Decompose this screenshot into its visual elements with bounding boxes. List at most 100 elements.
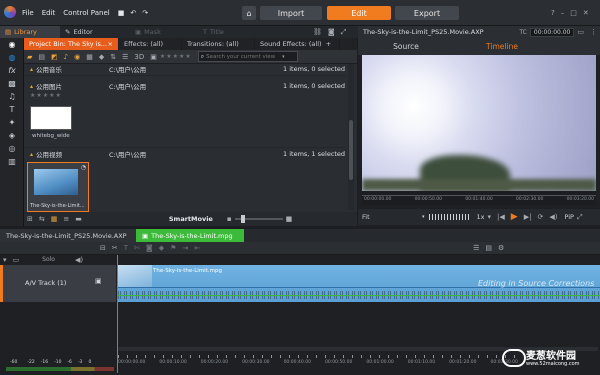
track-header[interactable]: A/V Track (1) ▣ bbox=[0, 265, 116, 302]
scrollbar-thumb[interactable] bbox=[349, 120, 353, 180]
tab-clip[interactable]: ▣ The-Sky-is-the-Limit.mpg bbox=[136, 229, 244, 242]
filter-audio-icon[interactable]: ♪ bbox=[64, 53, 68, 61]
image-thumbnail[interactable] bbox=[30, 106, 72, 130]
slider-handle[interactable] bbox=[240, 215, 245, 223]
step-back-icon[interactable]: |◀ bbox=[497, 213, 505, 221]
mute-icon[interactable]: ◀) bbox=[75, 256, 83, 264]
view-options-icon[interactable]: ☰ bbox=[122, 53, 128, 61]
preview-options-icon[interactable]: ▭ bbox=[577, 28, 584, 36]
video-thumbnail[interactable]: ◔ The-Sky-is-the-Limit... bbox=[27, 162, 89, 212]
sync-icon[interactable]: ⇆ bbox=[39, 215, 45, 223]
film-icon[interactable]: ▣ bbox=[150, 53, 157, 61]
solo-button[interactable]: Solo bbox=[42, 256, 55, 263]
library-scrollbar[interactable] bbox=[348, 64, 354, 210]
help-icon[interactable]: ? bbox=[551, 9, 555, 17]
list-item[interactable]: ▴ 公用视频 C:\用户\公用 1 items, 1 selected bbox=[24, 147, 346, 160]
home-button[interactable]: ⌂ bbox=[242, 6, 256, 20]
expand-icon[interactable]: ⤢ bbox=[341, 28, 347, 37]
speed-dropdown-icon[interactable]: ▾ bbox=[488, 213, 492, 221]
volume-icon[interactable]: ◀) bbox=[549, 213, 557, 221]
smartmovie-button[interactable]: SmartMovie bbox=[169, 215, 213, 223]
timeline-clip[interactable]: The-Sky-is-the-Limit.mpg Editing in Sour… bbox=[118, 265, 600, 302]
collection-icon[interactable]: ◍ bbox=[0, 51, 24, 64]
grid-view-icon[interactable]: ▦ bbox=[51, 215, 58, 223]
transitions-icon[interactable]: ▩ bbox=[0, 77, 24, 90]
timeline-settings-icon[interactable]: ⚙ bbox=[498, 244, 504, 252]
close-icon[interactable]: ✕ bbox=[583, 9, 589, 17]
delete-clip-icon[interactable]: ⊟ bbox=[100, 244, 106, 252]
list-item[interactable]: ▴ 公用图片 C:\用户\公用 1 items, 0 selected bbox=[24, 80, 346, 92]
tab-transitions[interactable]: Transitions: (all) bbox=[182, 38, 255, 50]
filter-list-icon[interactable]: ▦ bbox=[86, 53, 93, 61]
redo-icon[interactable]: ↷ bbox=[142, 9, 148, 17]
title-tool-icon[interactable]: T bbox=[124, 244, 128, 252]
filter-tag-icon[interactable]: ◆ bbox=[99, 53, 104, 61]
music-icon[interactable]: ♫ bbox=[0, 90, 24, 103]
snapshot-icon[interactable]: ◙ bbox=[146, 244, 153, 252]
view-3d-label[interactable]: 3D bbox=[134, 53, 144, 61]
menu-edit[interactable]: Edit bbox=[42, 9, 56, 17]
rating-filter[interactable]: ★★★★★ bbox=[160, 53, 192, 60]
minimize-icon[interactable]: – bbox=[561, 9, 565, 17]
maximize-icon[interactable]: □ bbox=[570, 9, 577, 17]
timecode-field[interactable]: 00:00:00.00 bbox=[529, 27, 575, 37]
tab-editor[interactable]: ✎ Editor bbox=[60, 26, 130, 38]
add-tab-icon[interactable]: + bbox=[326, 40, 331, 48]
sort-icon[interactable]: ⇅ bbox=[110, 53, 116, 61]
loop-icon[interactable]: ⟳ bbox=[537, 213, 543, 221]
search-dropdown-icon[interactable]: ▾ bbox=[282, 54, 285, 60]
shuttle-control[interactable] bbox=[428, 214, 471, 220]
filter-photo-icon[interactable]: ◩ bbox=[51, 53, 58, 61]
tab-effects[interactable]: Effects: (all) bbox=[119, 38, 182, 50]
tab-title[interactable]: T Title bbox=[198, 26, 268, 38]
tab-project-bin[interactable]: Project Bin: The Sky is... × bbox=[24, 38, 119, 50]
folder-tree-icon[interactable]: ⊞ bbox=[27, 215, 33, 223]
marker-icon[interactable]: ◆ bbox=[159, 244, 164, 252]
trim-icon[interactable]: ⇥ bbox=[182, 244, 188, 252]
delete-icon[interactable]: ▬ bbox=[75, 215, 82, 223]
filter-project-icon[interactable]: ◉ bbox=[74, 53, 80, 61]
sound-icon[interactable]: ▥ bbox=[0, 155, 24, 168]
menu-control-panel[interactable]: Control Panel bbox=[63, 9, 109, 17]
track-video-icon[interactable]: ▭ bbox=[13, 256, 20, 264]
link-icon[interactable]: ⛓ bbox=[313, 28, 322, 36]
montage-icon[interactable]: ◈ bbox=[0, 129, 24, 142]
filter-folder-icon[interactable]: ▰ bbox=[27, 53, 32, 61]
lock-icon[interactable]: ▤ bbox=[485, 244, 492, 252]
filter-video-icon[interactable]: ▤ bbox=[38, 53, 45, 61]
camera-icon[interactable]: ◙ bbox=[328, 28, 335, 36]
preview-scrubber[interactable]: 00:00:00.00 00:00:50.00 00:01:40.00 00:0… bbox=[362, 191, 596, 205]
edit-clip-icon[interactable]: ✂ bbox=[112, 244, 118, 252]
save-icon[interactable]: ■ bbox=[118, 9, 125, 17]
tab-sound-effects[interactable]: Sound Effects: (all) + bbox=[255, 38, 340, 50]
fx-icon[interactable]: fx bbox=[0, 64, 24, 77]
pip-button[interactable]: PiP bbox=[564, 213, 574, 221]
item-rating[interactable]: ★★★★★ bbox=[30, 92, 346, 100]
scissors-icon[interactable]: ✄ bbox=[134, 244, 140, 252]
library-nav-icon[interactable]: ◉ bbox=[0, 38, 24, 51]
tab-source[interactable]: Source bbox=[358, 42, 454, 51]
fullscreen-icon[interactable]: ⤢ bbox=[577, 213, 583, 222]
volume-line[interactable] bbox=[118, 295, 600, 296]
preview-menu-icon[interactable]: ⋮ bbox=[590, 28, 597, 36]
disc-menu-icon[interactable]: ◎ bbox=[0, 142, 24, 155]
close-tab-icon[interactable]: × bbox=[108, 40, 113, 48]
clip-info-icon[interactable]: ◔ bbox=[81, 164, 86, 171]
export-button[interactable]: Export bbox=[395, 6, 459, 20]
speed-select[interactable]: 1x bbox=[477, 213, 485, 221]
speed-tool-icon[interactable]: ⚑ bbox=[170, 244, 176, 252]
ripple-icon[interactable]: ⇤ bbox=[194, 244, 200, 252]
tab-timeline[interactable]: Timeline bbox=[454, 42, 550, 51]
track-collapse-icon[interactable]: ▾ bbox=[3, 256, 7, 264]
tab-movie-project[interactable]: The-Sky-is-the-Limit_PS25.Movie.AXP bbox=[0, 229, 136, 242]
titles-icon[interactable]: T bbox=[0, 103, 24, 116]
play-icon[interactable]: ▶ bbox=[511, 212, 518, 222]
tab-mask[interactable]: ▣ Mask bbox=[130, 26, 198, 38]
track-options-icon[interactable]: ▣ bbox=[95, 277, 102, 285]
tab-library[interactable]: ▤ Library bbox=[0, 26, 60, 38]
import-button[interactable]: Import bbox=[260, 6, 322, 20]
list-item[interactable]: ▴ 公用音乐 C:\用户\公用 1 items, 0 selected bbox=[24, 63, 346, 76]
zoom-select[interactable]: Fit bbox=[362, 213, 422, 221]
timeline-ruler[interactable]: 00:00:00.00 00:00:10.00 00:00:20.00 00:0… bbox=[118, 355, 518, 371]
zoom-dropdown-icon[interactable]: ▾ bbox=[422, 214, 425, 220]
